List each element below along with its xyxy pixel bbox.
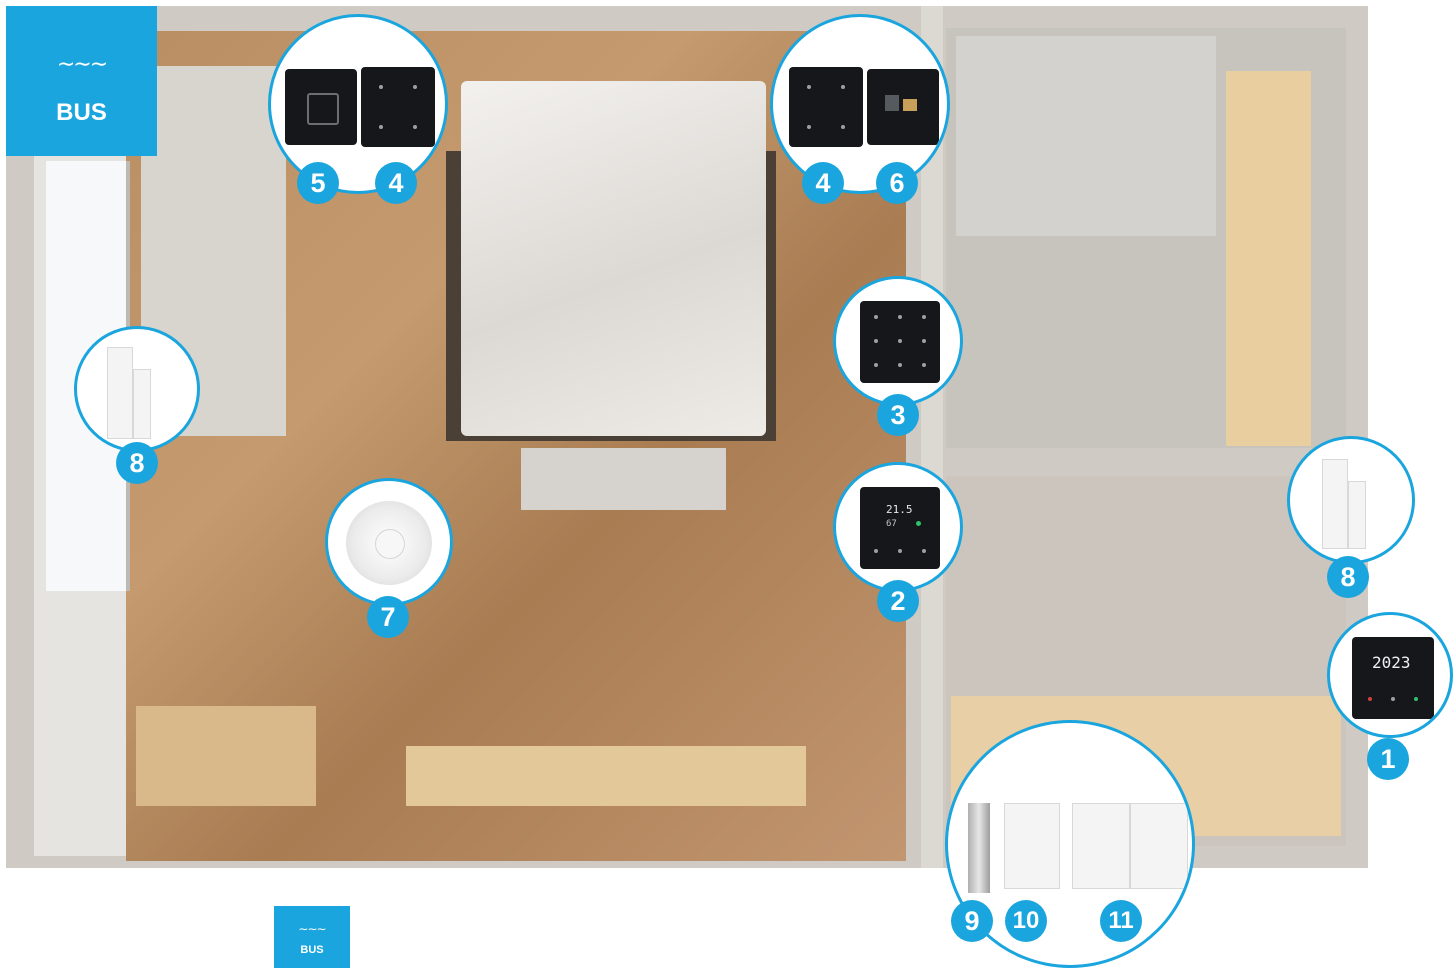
humidity-readout: 67 — [886, 519, 897, 529]
contact-sensor — [107, 347, 133, 439]
desk — [406, 746, 806, 806]
din-rail — [968, 803, 990, 893]
bus-logo-label: BUS — [300, 944, 324, 956]
socket-icon — [307, 93, 339, 125]
callout-socket-switch — [268, 14, 448, 194]
callout-window-contact — [1287, 436, 1415, 564]
callout-badge: 5 — [297, 162, 339, 204]
callout-presence-detector — [325, 478, 453, 606]
thermostat-device: 21.5 67 — [860, 487, 940, 569]
dimmer-icon — [885, 95, 899, 111]
callout-badge: 3 — [877, 394, 919, 436]
display-readout: 2023 — [1372, 653, 1411, 672]
floor-plan — [6, 6, 1368, 868]
display-device: 2023 — [1352, 637, 1434, 719]
status-led-icon — [916, 521, 921, 526]
wave-icon: ∼∼∼ — [298, 922, 326, 936]
temperature-readout: 21.5 — [886, 503, 913, 516]
callout-badge: 11 — [1100, 900, 1142, 942]
actuator-module-a — [1072, 803, 1130, 889]
callout-badge: 10 — [1005, 900, 1047, 942]
switch-device — [789, 67, 863, 147]
callout-display-panel: 2023 — [1327, 612, 1453, 738]
bus-logo: ∼∼∼ BUS — [6, 6, 157, 156]
switch-device — [361, 67, 435, 147]
contact-magnet — [133, 369, 151, 439]
socket-device — [285, 69, 357, 145]
shower — [956, 36, 1216, 236]
contact-magnet — [1348, 481, 1366, 549]
indicator-icon — [903, 99, 917, 111]
sensor-lens-icon — [375, 529, 405, 559]
callout-badge: 7 — [367, 596, 409, 638]
dimmer-device — [867, 69, 939, 145]
keypad-device — [860, 301, 940, 383]
callout-badge: 4 — [375, 162, 417, 204]
callout-badge: 6 — [876, 162, 918, 204]
callout-switch-dimmer — [770, 14, 950, 194]
callout-badge: 2 — [877, 580, 919, 622]
callout-badge: 8 — [116, 442, 158, 484]
wave-icon: ∼∼∼ — [56, 51, 108, 76]
side-table — [136, 706, 316, 806]
led-red-icon — [1368, 697, 1372, 701]
bed-bench — [521, 448, 726, 510]
callout-window-contact — [74, 326, 200, 452]
bus-logo-small: ∼∼∼ BUS — [274, 906, 350, 968]
callout-thermostat: 21.5 67 — [833, 462, 963, 592]
power-supply-module — [1004, 803, 1060, 889]
callout-badge: 4 — [802, 162, 844, 204]
bus-logo-label: BUS — [56, 99, 107, 126]
vanity — [1226, 71, 1311, 446]
callout-badge: 8 — [1327, 556, 1369, 598]
callout-keypad — [833, 276, 963, 406]
callout-badge: 1 — [1367, 738, 1409, 780]
led-green-icon — [1414, 697, 1418, 701]
led-white-icon — [1391, 697, 1395, 701]
ceiling-sensor — [346, 501, 432, 585]
bed — [461, 81, 766, 436]
callout-badge: 9 — [951, 900, 993, 942]
actuator-module-b — [1130, 803, 1188, 889]
contact-sensor — [1322, 459, 1348, 549]
